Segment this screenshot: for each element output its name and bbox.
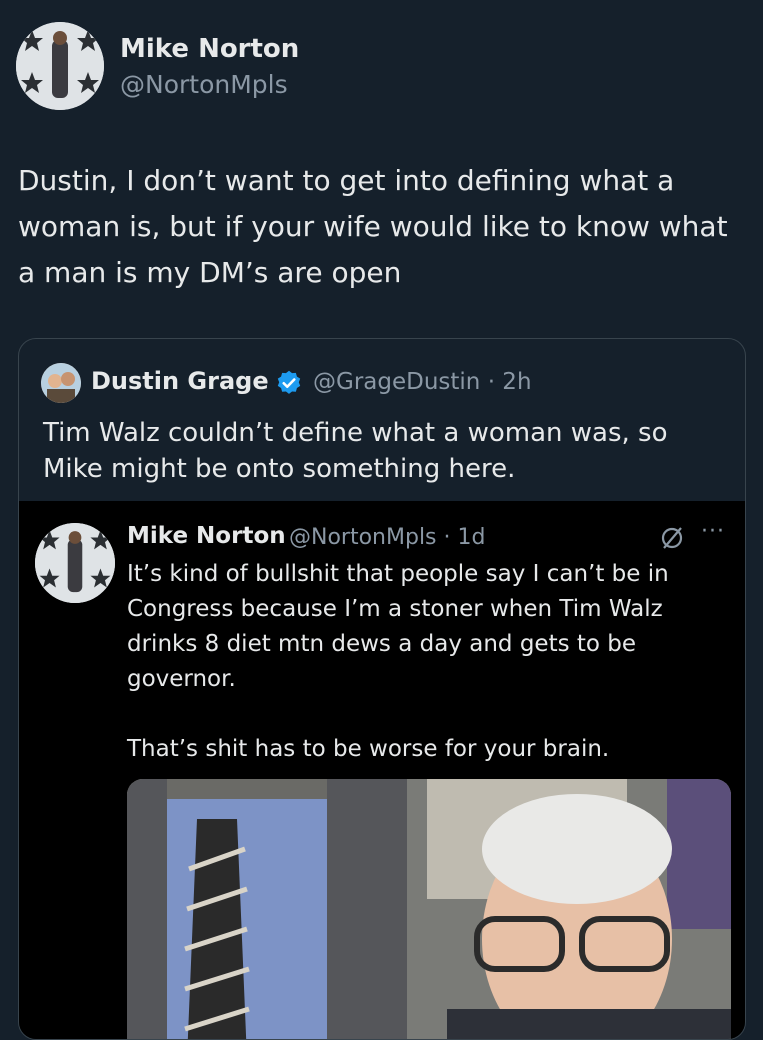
author-name[interactable]: Mike Norton [120, 34, 299, 64]
embedded-paragraph-1: It’s kind of bullshit that people say I … [127, 561, 669, 692]
star-collage-avatar-icon [35, 523, 115, 603]
author-avatar[interactable] [16, 22, 104, 110]
post-text: Dustin, I don’t want to get into definin… [18, 164, 728, 289]
star-collage-avatar-icon [16, 22, 104, 110]
embedded-handle-time: @NortonMpls · 1d [289, 525, 486, 550]
verified-badge-icon [277, 370, 301, 394]
embedded-avatar [35, 523, 115, 603]
author-handle[interactable]: @NortonMpls [120, 70, 288, 99]
meeting-photo-image [127, 779, 731, 1039]
embedded-author-name: Mike Norton [127, 523, 286, 549]
quote-text: Tim Walz couldn’t define what a woman wa… [43, 418, 668, 484]
quote-handle-time[interactable]: @GrageDustin · 2h [313, 369, 532, 395]
embedded-photo [127, 779, 731, 1039]
family-photo-avatar-icon [41, 363, 81, 403]
quote-author-name[interactable]: Dustin Grage [91, 367, 269, 395]
embedded-tweet-screenshot: Mike Norton @NortonMpls · 1d ··· It’s ki… [19, 501, 745, 1039]
grok-slash-icon [661, 527, 683, 549]
more-options-icon: ··· [701, 519, 725, 544]
embedded-tweet-text: It’s kind of bullshit that people say I … [127, 557, 727, 802]
quoted-tweet-card[interactable]: Dustin Grage @GrageDustin · 2h Tim Walz … [18, 338, 746, 1040]
quote-avatar[interactable] [41, 363, 81, 403]
embedded-paragraph-2: That’s shit has to be worse for your bra… [127, 736, 610, 762]
